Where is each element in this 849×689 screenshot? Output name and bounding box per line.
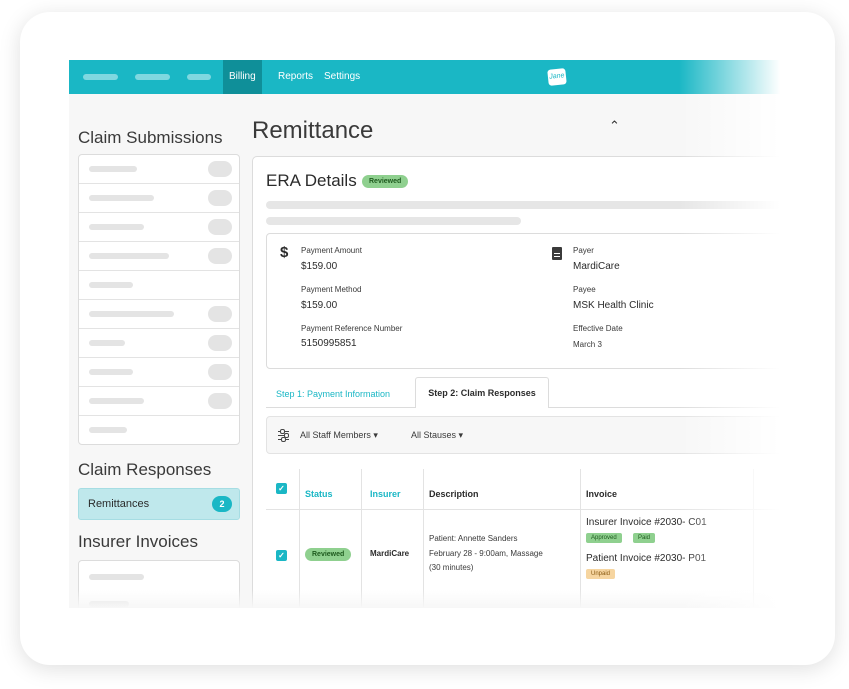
- claim-submissions-list: [78, 154, 240, 445]
- payment-method-label: Payment Method: [301, 285, 362, 294]
- dollar-icon: $: [280, 244, 289, 261]
- tab-claim-responses[interactable]: Step 2: Claim Responses: [415, 377, 549, 408]
- column-divider: [753, 469, 754, 608]
- paid-badge: Paid: [633, 533, 656, 543]
- insurer-invoices-list: [78, 560, 240, 608]
- column-divider: [361, 469, 362, 608]
- chevron-up-icon[interactable]: ⌃: [609, 118, 620, 134]
- remittances-count-badge: 2: [212, 496, 232, 512]
- column-header-status[interactable]: Status: [305, 489, 333, 499]
- payment-ref-value: 5150995851: [301, 338, 357, 349]
- nav-placeholder-2[interactable]: [135, 74, 170, 80]
- header-divider: [266, 509, 789, 510]
- effective-date-label: Effective Date: [573, 324, 623, 333]
- payer-value: MardiCare: [573, 261, 620, 272]
- payee-value: MSK Health Clinic: [573, 300, 654, 311]
- list-item[interactable]: [79, 387, 239, 416]
- era-details-panel: ERA Details Reviewed $ Payment Amount $1…: [252, 156, 789, 608]
- list-item[interactable]: [89, 574, 144, 580]
- payment-info-box: $ Payment Amount $159.00 Payment Method …: [266, 233, 789, 369]
- sliders-icon[interactable]: [278, 429, 289, 442]
- description-line-1: Patient: Annette Sanders: [429, 534, 518, 543]
- column-header-insurer[interactable]: Insurer: [370, 489, 401, 499]
- payment-method-value: $159.00: [301, 300, 338, 311]
- list-item[interactable]: [79, 213, 239, 242]
- status-filter-dropdown[interactable]: All Stauses ▾: [411, 430, 463, 441]
- jane-logo[interactable]: Jane: [547, 68, 567, 86]
- column-divider: [580, 469, 581, 608]
- document-icon: [552, 247, 562, 260]
- payment-amount-label: Payment Amount: [301, 246, 362, 255]
- patient-invoice-link[interactable]: Patient Invoice #2030- P01: [586, 552, 706, 566]
- list-item[interactable]: [79, 416, 239, 444]
- payment-amount-value: $159.00: [301, 261, 338, 272]
- column-divider: [299, 469, 300, 608]
- column-header-invoice[interactable]: Invoice: [586, 489, 617, 499]
- effective-date-value: March 3: [573, 340, 602, 349]
- page-title: Remittance: [252, 117, 374, 144]
- payment-ref-label: Payment Reference Number: [301, 324, 403, 333]
- app-window: Billing Reports Settings Jane Claim Subm…: [69, 60, 789, 608]
- list-item[interactable]: [79, 242, 239, 271]
- select-all-checkbox[interactable]: ✓: [276, 483, 287, 494]
- claim-submissions-title: Claim Submissions: [78, 128, 223, 147]
- list-item[interactable]: [79, 329, 239, 358]
- payee-label: Payee: [573, 285, 596, 294]
- description-line-3: (30 minutes): [429, 563, 474, 572]
- row-checkbox[interactable]: ✓: [276, 550, 287, 561]
- insurer-cell: MardiCare: [370, 549, 410, 558]
- list-item[interactable]: [79, 184, 239, 213]
- nav-settings[interactable]: Settings: [318, 60, 366, 94]
- era-details-title: ERA Details: [266, 171, 357, 190]
- list-item[interactable]: [79, 300, 239, 329]
- screenshot-card: Billing Reports Settings Jane Claim Subm…: [20, 12, 835, 665]
- approved-badge: Approved: [586, 533, 622, 543]
- list-item[interactable]: [79, 358, 239, 387]
- payer-label: Payer: [573, 246, 594, 255]
- status-badge: Reviewed: [305, 548, 352, 561]
- unpaid-badge: Unpaid: [586, 569, 616, 579]
- tab-payment-information[interactable]: Step 1: Payment Information: [276, 389, 390, 399]
- claim-responses-title: Claim Responses: [78, 460, 212, 479]
- top-navigation-bar: Billing Reports Settings Jane: [69, 60, 789, 94]
- list-item[interactable]: [89, 601, 129, 607]
- nav-reports[interactable]: Reports: [272, 60, 319, 94]
- list-item[interactable]: [79, 271, 239, 300]
- placeholder-line: [266, 217, 521, 225]
- staff-filter-dropdown[interactable]: All Staff Members ▾: [300, 430, 378, 441]
- description-line-2: February 28 - 9:00am, Massage: [429, 549, 543, 558]
- nav-billing[interactable]: Billing: [223, 60, 262, 94]
- column-divider: [423, 469, 424, 608]
- sidebar-item-remittances[interactable]: Remittances 2: [78, 488, 240, 520]
- filter-bar: All Staff Members ▾ All Stauses ▾: [266, 416, 789, 454]
- sidebar-item-label: Remittances: [88, 498, 150, 510]
- insurer-invoices-title: Insurer Invoices: [78, 532, 198, 551]
- placeholder-line: [266, 201, 789, 209]
- column-header-description[interactable]: Description: [429, 489, 479, 499]
- nav-placeholder-1[interactable]: [83, 74, 118, 80]
- nav-placeholder-3[interactable]: [187, 74, 211, 80]
- insurer-invoice-link[interactable]: Insurer Invoice #2030- C01: [586, 516, 707, 530]
- list-item[interactable]: [79, 155, 239, 184]
- status-badge: Reviewed: [362, 175, 409, 188]
